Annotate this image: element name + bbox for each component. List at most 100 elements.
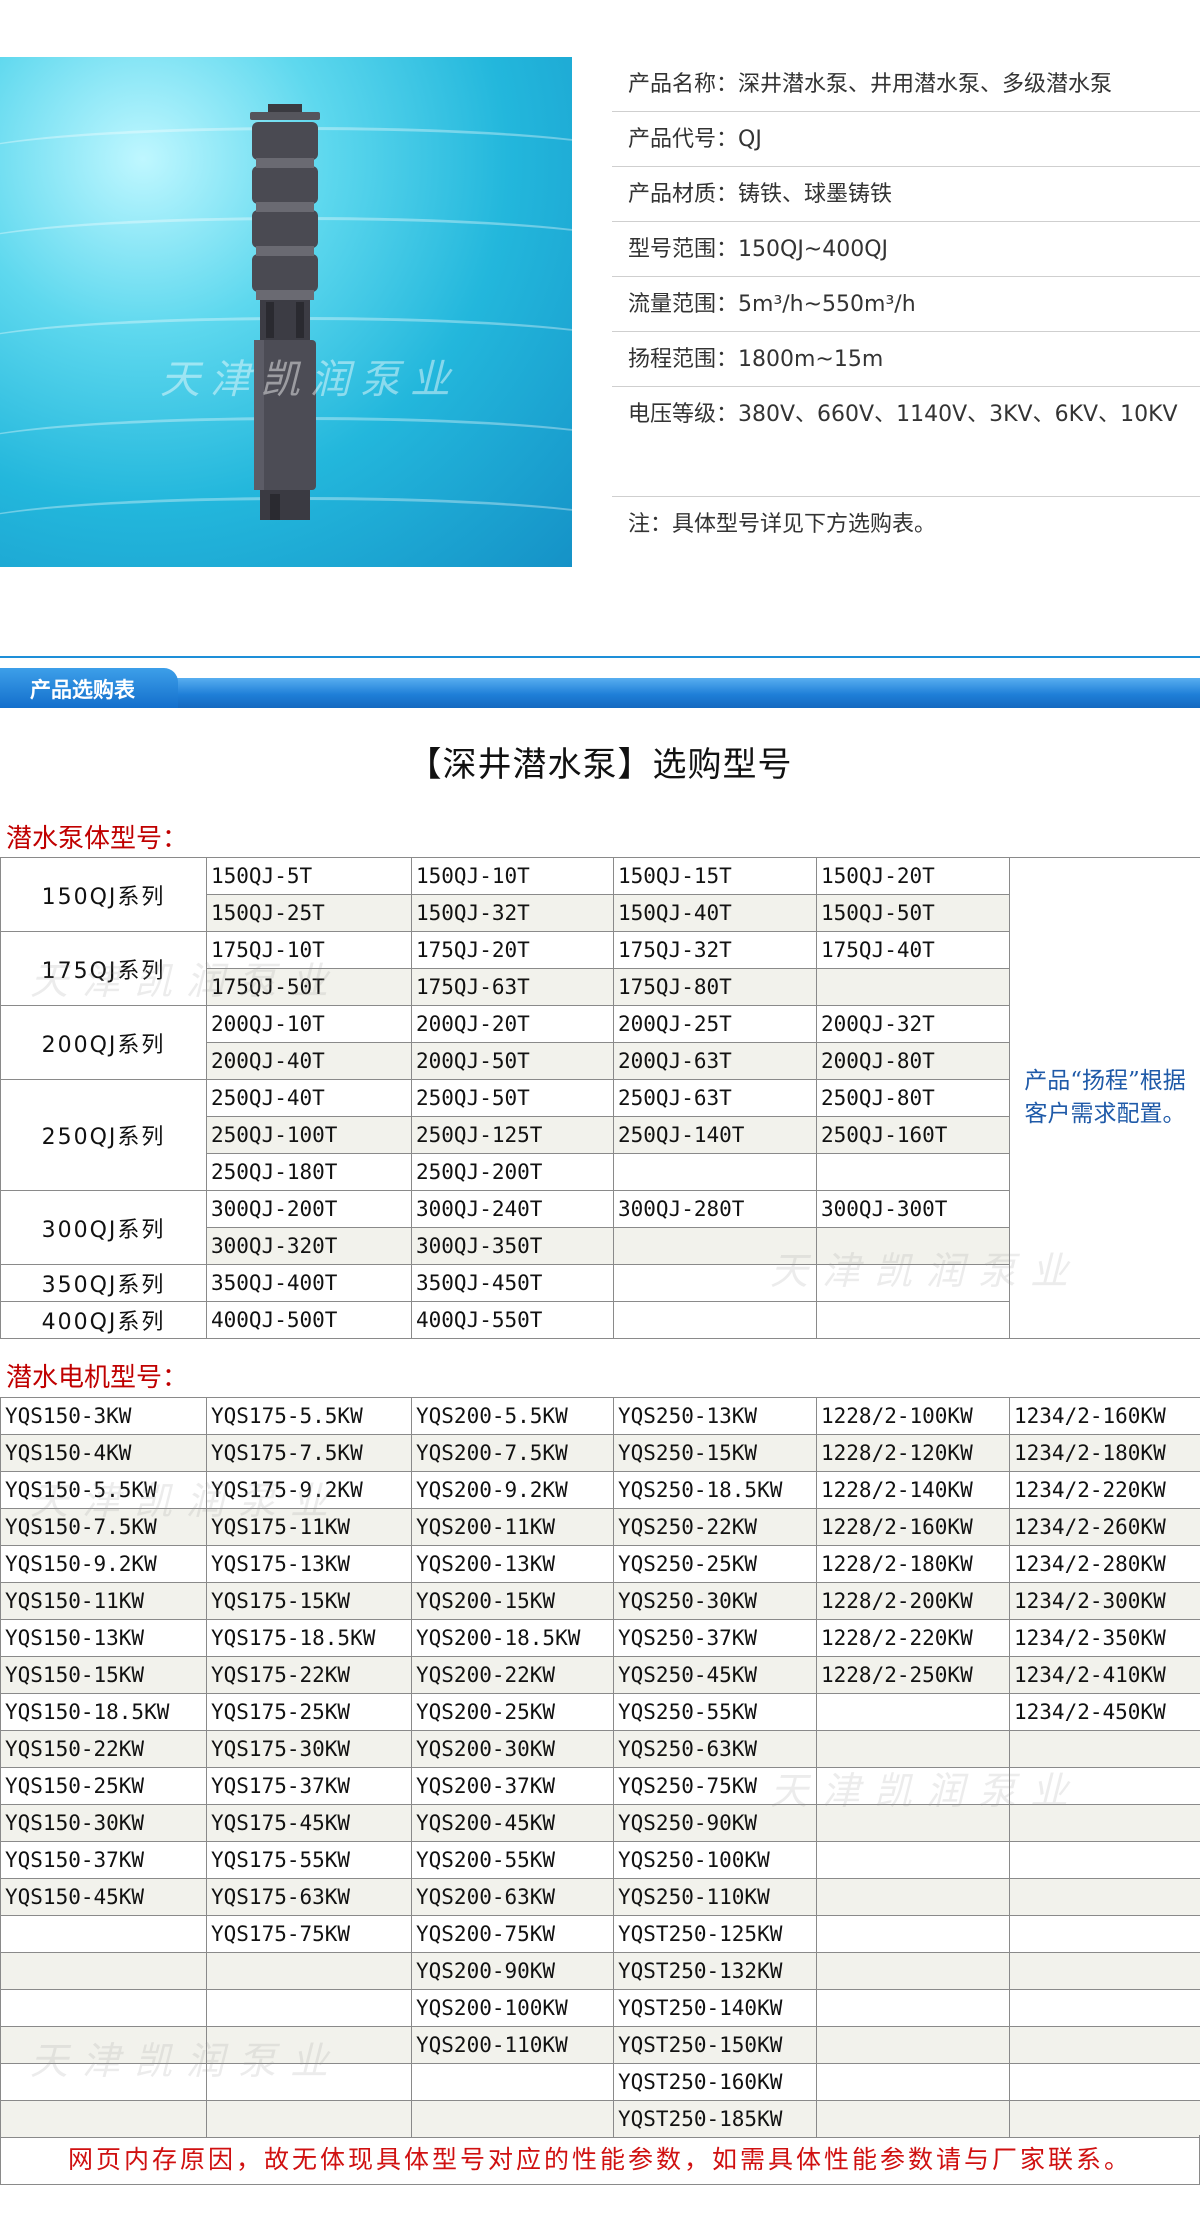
model-cell: [816, 968, 1010, 1006]
table-row: YQS150-30KW YQS175-45KW YQS200-45KW YQS250-…: [0, 1804, 1200, 1842]
motor-model-cell: 1228/2-160KW: [816, 1508, 1010, 1546]
spec-value: 380V、660V、1140V、3KV、6KV、10KV: [738, 402, 1178, 427]
motor-model-cell: [1009, 1915, 1200, 1953]
motor-model-cell: YQS150-3KW: [0, 1397, 207, 1435]
motor-model-cell: [816, 1915, 1010, 1953]
pump-model-table: 150QJ系列 150QJ-5T 150QJ-10T 150QJ-15T 150QJ-2…: [0, 857, 1200, 1339]
motor-model-cell: YQS250-63KW: [613, 1730, 817, 1768]
motor-model-cell: YQS150-13KW: [0, 1619, 207, 1657]
table-row: YQS150-11KW YQS175-15KW YQS200-15KW YQS250-…: [0, 1582, 1200, 1620]
model-cell: 250QJ-40T: [206, 1079, 412, 1117]
motor-model-cell: YQS175-45KW: [206, 1804, 412, 1842]
motor-model-cell: YQS175-30KW: [206, 1730, 412, 1768]
motor-model-cell: 1228/2-140KW: [816, 1471, 1010, 1509]
motor-model-cell: 1234/2-300KW: [1009, 1582, 1200, 1620]
spec-label: 流量范围：: [628, 292, 739, 317]
table-row: YQS200-90KW YQST250-132KW: [0, 1952, 1200, 1990]
spec-label: 型号范围：: [628, 237, 739, 262]
motor-model-cell: YQS200-13KW: [411, 1545, 614, 1583]
motor-model-cell: YQS175-5.5KW: [206, 1397, 412, 1435]
table-row: YQS150-22KW YQS175-30KW YQS200-30KW YQS250-…: [0, 1730, 1200, 1768]
motor-model-cell: YQS250-100KW: [613, 1841, 817, 1879]
motor-model-cell: [411, 2100, 614, 2138]
table-row: YQS150-9.2KW YQS175-13KW YQS200-13KW YQS250…: [0, 1545, 1200, 1583]
spec-label: 电压等级：: [628, 402, 739, 427]
model-cell: 175QJ-20T: [411, 931, 614, 969]
table-row: YQST250-160KW: [0, 2063, 1200, 2101]
spec-label: 产品材质：: [628, 182, 739, 207]
motor-model-cell: [816, 1804, 1010, 1842]
motor-model-cell: [816, 1730, 1010, 1768]
motor-model-cell: [206, 2100, 412, 2138]
motor-model-cell: YQS150-30KW: [0, 1804, 207, 1842]
motor-model-cell: YQST250-150KW: [613, 2026, 817, 2064]
motor-model-cell: [0, 1915, 207, 1953]
motor-model-cell: YQS250-25KW: [613, 1545, 817, 1583]
model-cell: 150QJ-10T: [411, 857, 614, 895]
spec-row-head-range: 扬程范围： 1800m~15m: [612, 332, 1200, 387]
motor-model-cell: YQS150-7.5KW: [0, 1508, 207, 1546]
model-cell: 250QJ-63T: [613, 1079, 817, 1117]
series-label: 200QJ系列: [0, 1005, 207, 1080]
motor-model-cell: YQS200-100KW: [411, 1989, 614, 2027]
motor-model-cell: [1009, 2100, 1200, 2138]
model-cell: [613, 1264, 817, 1302]
motor-model-cell: YQS150-18.5KW: [0, 1693, 207, 1731]
motor-model-cell: YQS175-11KW: [206, 1508, 412, 1546]
motor-model-cell: YQS200-7.5KW: [411, 1434, 614, 1472]
motor-model-cell: [206, 1989, 412, 2027]
table-row: YQS150-3KW YQS175-5.5KW YQS200-5.5KW YQS250…: [0, 1397, 1200, 1435]
model-cell: 250QJ-50T: [411, 1079, 614, 1117]
motor-model-cell: [816, 1878, 1010, 1916]
motor-model-cell: [1009, 2026, 1200, 2064]
head-config-note: 产品“扬程”根据客户需求配置。: [1009, 857, 1200, 1339]
motor-model-cell: YQS175-9.2KW: [206, 1471, 412, 1509]
motor-model-cell: [411, 2063, 614, 2101]
motor-model-cell: [1009, 1730, 1200, 1768]
table-row: YQS150-25KW YQS175-37KW YQS200-37KW YQS250-…: [0, 1767, 1200, 1805]
model-cell: 175QJ-32T: [613, 931, 817, 969]
motor-model-cell: 1234/2-160KW: [1009, 1397, 1200, 1435]
motor-model-cell: [1009, 1989, 1200, 2027]
motor-model-cell: YQS200-18.5KW: [411, 1619, 614, 1657]
motor-model-cell: YQS200-63KW: [411, 1878, 614, 1916]
motor-model-cell: YQST250-140KW: [613, 1989, 817, 2027]
motor-model-cell: YQS150-37KW: [0, 1841, 207, 1879]
model-cell: [613, 1227, 817, 1265]
motor-model-cell: YQS250-45KW: [613, 1656, 817, 1694]
series-label: 175QJ系列: [0, 931, 207, 1006]
motor-model-cell: YQS150-25KW: [0, 1767, 207, 1805]
motor-model-table: YQS150-3KW YQS175-5.5KW YQS200-5.5KW YQS250…: [0, 1397, 1200, 2138]
hero-watermark: 天津凯润泵业: [160, 357, 460, 403]
model-cell: [816, 1153, 1010, 1191]
motor-model-cell: [206, 2063, 412, 2101]
motor-model-cell: YQS200-75KW: [411, 1915, 614, 1953]
table-row: YQS150-5.5KW YQS175-9.2KW YQS200-9.2KW YQS2…: [0, 1471, 1200, 1509]
motor-model-cell: [206, 2026, 412, 2064]
spec-row-note: 注： 具体型号详见下方选购表。: [612, 497, 1200, 551]
model-cell: [816, 1264, 1010, 1302]
table-row: YQS150-37KW YQS175-55KW YQS200-55KW YQS250-…: [0, 1841, 1200, 1879]
motor-model-cell: YQS175-22KW: [206, 1656, 412, 1694]
model-cell: 300QJ-240T: [411, 1190, 614, 1228]
motor-model-cell: [1009, 1804, 1200, 1842]
spec-value: QJ: [738, 127, 762, 152]
spec-row-voltage: 电压等级： 380V、660V、1140V、3KV、6KV、10KV: [612, 387, 1200, 497]
motor-model-cell: 1228/2-250KW: [816, 1656, 1010, 1694]
model-cell: 250QJ-140T: [613, 1116, 817, 1154]
series-label: 300QJ系列: [0, 1190, 207, 1265]
model-cell: [613, 1153, 817, 1191]
motor-model-cell: YQST250-132KW: [613, 1952, 817, 1990]
motor-model-cell: YQST250-125KW: [613, 1915, 817, 1953]
motor-model-cell: YQS150-15KW: [0, 1656, 207, 1694]
motor-model-cell: YQS175-63KW: [206, 1878, 412, 1916]
motor-table-caption: 潜水电机型号：: [6, 1363, 189, 1393]
motor-model-cell: [1009, 1878, 1200, 1916]
motor-model-cell: YQS200-30KW: [411, 1730, 614, 1768]
motor-model-cell: [1009, 1952, 1200, 1990]
model-cell: 300QJ-350T: [411, 1227, 614, 1265]
motor-model-cell: 1234/2-280KW: [1009, 1545, 1200, 1583]
motor-model-cell: 1228/2-100KW: [816, 1397, 1010, 1435]
model-cell: 350QJ-450T: [411, 1264, 614, 1302]
motor-model-cell: [816, 1841, 1010, 1879]
